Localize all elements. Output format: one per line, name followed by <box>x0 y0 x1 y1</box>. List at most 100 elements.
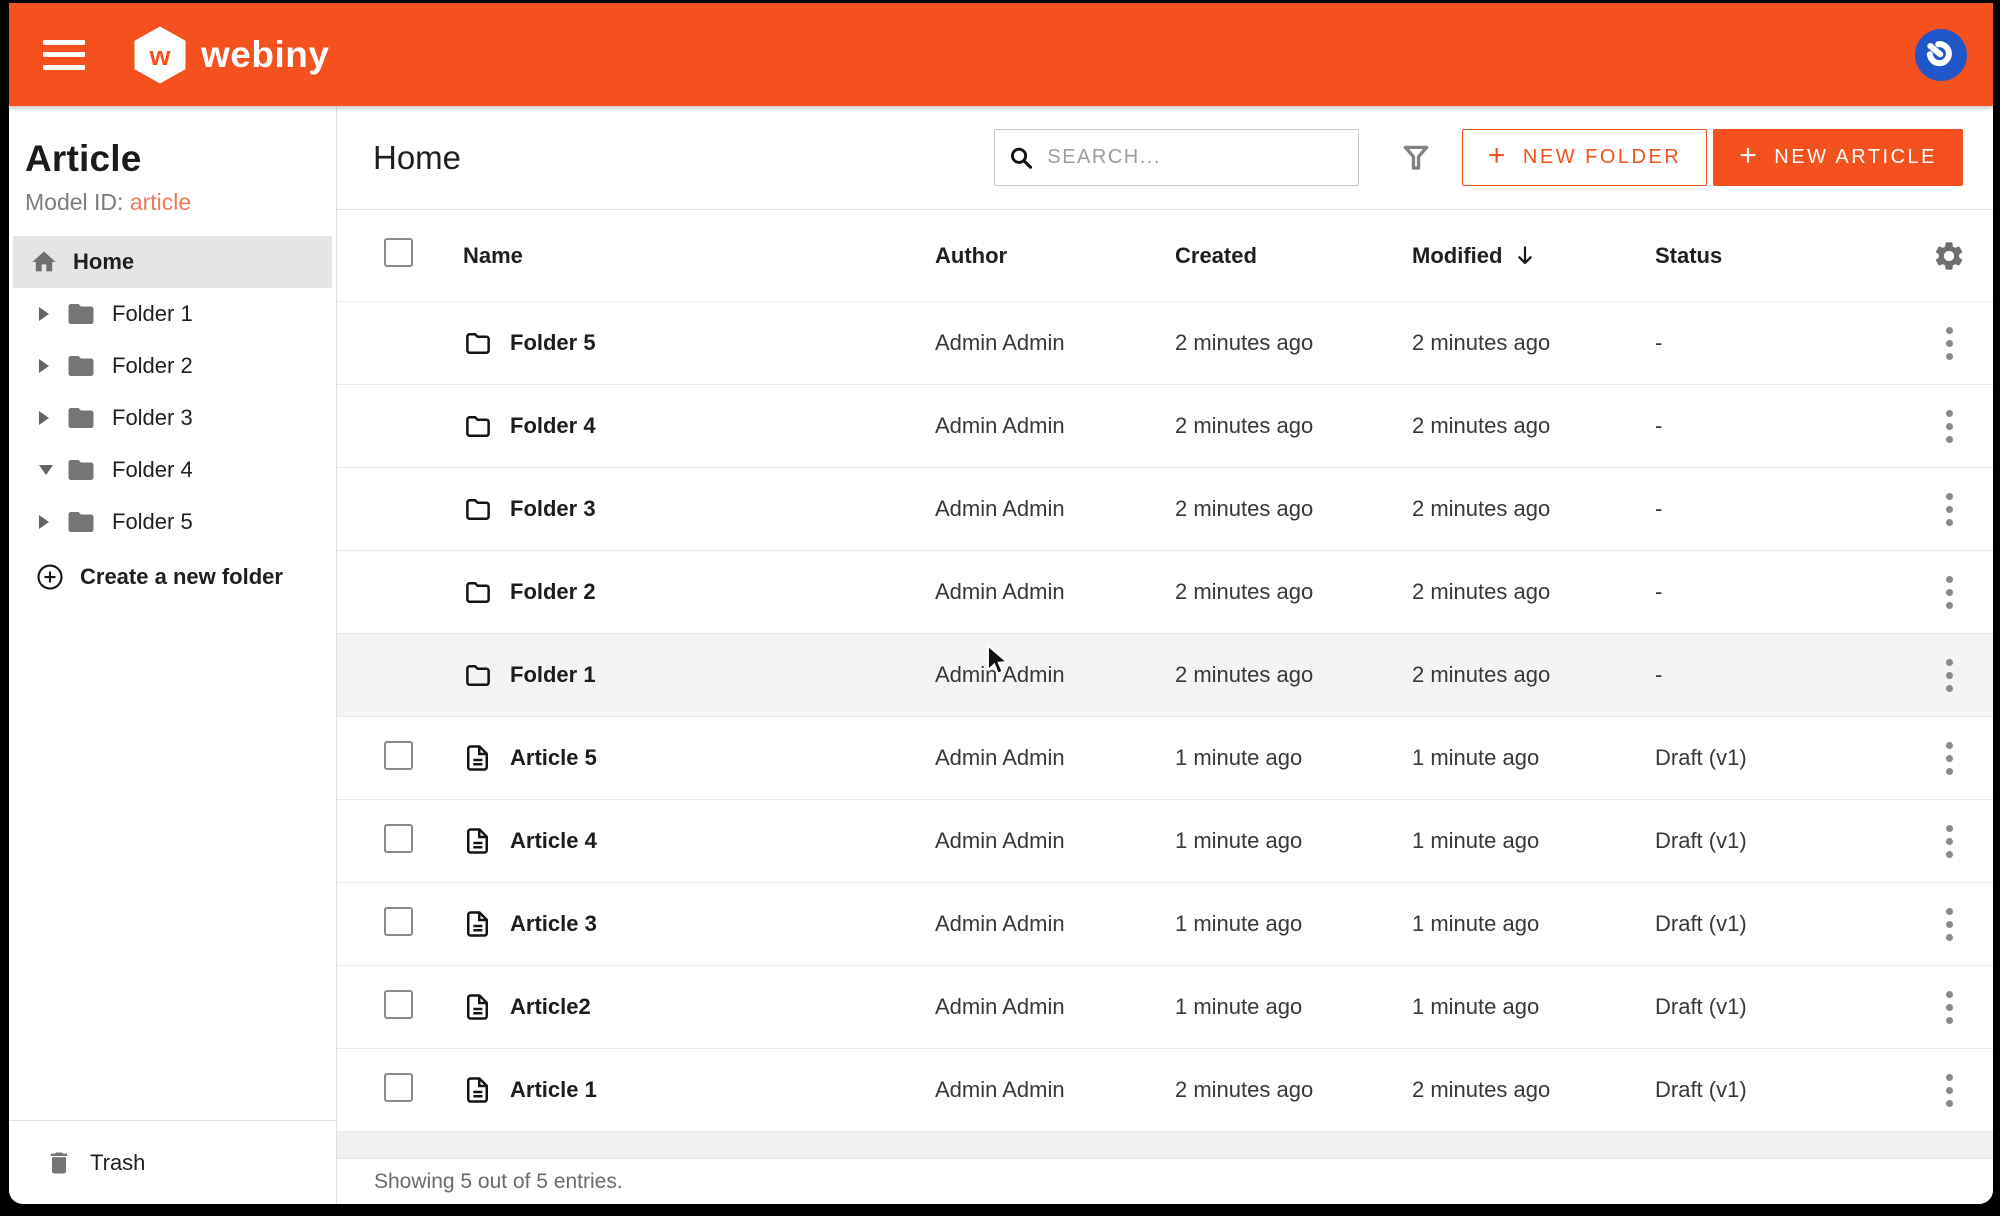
user-avatar[interactable] <box>1915 29 1967 81</box>
row-name: Folder 2 <box>510 579 596 605</box>
home-label: Home <box>73 249 134 275</box>
row-status: Draft (v1) <box>1655 1077 1905 1103</box>
new-article-button[interactable]: + NEW ARTICLE <box>1713 129 1963 186</box>
search-box[interactable] <box>994 129 1359 186</box>
table-row-article-4[interactable]: Article 4 Admin Admin 1 minute ago 1 min… <box>337 800 1993 883</box>
create-folder-button[interactable]: Create a new folder <box>13 548 332 606</box>
column-header-created[interactable]: Created <box>1175 243 1412 269</box>
kebab-menu-icon[interactable] <box>1940 487 1959 532</box>
folder-label: Folder 5 <box>112 509 193 535</box>
page-body: Article Model ID: article Home <box>9 106 1993 1204</box>
row-name: Article 5 <box>510 745 597 771</box>
row-name: Article 3 <box>510 911 597 937</box>
kebab-menu-icon[interactable] <box>1940 404 1959 449</box>
document-icon <box>463 992 493 1022</box>
search-input[interactable] <box>1047 146 1345 169</box>
sidebar-item-folder-3[interactable]: Folder 3 <box>13 392 332 444</box>
row-author: Admin Admin <box>935 413 1175 439</box>
trash-button[interactable]: Trash <box>9 1120 336 1204</box>
row-modified: 1 minute ago <box>1412 828 1655 854</box>
gear-icon[interactable] <box>1932 239 1966 273</box>
kebab-menu-icon[interactable] <box>1940 653 1959 698</box>
sidebar-item-folder-2[interactable]: Folder 2 <box>13 340 332 392</box>
column-header-author[interactable]: Author <box>935 243 1175 269</box>
kebab-menu-icon[interactable] <box>1940 1068 1959 1113</box>
row-status: - <box>1655 496 1905 522</box>
caret-right-icon[interactable] <box>39 307 66 321</box>
folder-icon <box>66 299 96 329</box>
webiny-logo[interactable]: w webiny <box>133 25 329 85</box>
row-checkbox[interactable] <box>384 907 413 936</box>
table-body: Folder 5 Admin Admin 2 minutes ago 2 min… <box>337 302 1993 1132</box>
table-row-article-5[interactable]: Article 5 Admin Admin 1 minute ago 1 min… <box>337 717 1993 800</box>
sidebar-item-home[interactable]: Home <box>13 236 332 288</box>
column-header-name[interactable]: Name <box>463 243 935 269</box>
table-row-folder-3[interactable]: Folder 3 Admin Admin 2 minutes ago 2 min… <box>337 468 1993 551</box>
trash-label: Trash <box>90 1150 145 1176</box>
row-checkbox[interactable] <box>384 824 413 853</box>
new-folder-button[interactable]: + NEW FOLDER <box>1462 129 1707 186</box>
row-name: Folder 3 <box>510 496 596 522</box>
column-header-modified[interactable]: Modified <box>1412 243 1655 269</box>
row-status: Draft (v1) <box>1655 994 1905 1020</box>
row-checkbox[interactable] <box>384 1073 413 1102</box>
trash-icon <box>45 1149 73 1177</box>
table-row-folder-5[interactable]: Folder 5 Admin Admin 2 minutes ago 2 min… <box>337 302 1993 385</box>
caret-right-icon[interactable] <box>39 359 66 373</box>
table-row-folder-2[interactable]: Folder 2 Admin Admin 2 minutes ago 2 min… <box>337 551 1993 634</box>
sidebar-item-folder-1[interactable]: Folder 1 <box>13 288 332 340</box>
kebab-menu-icon[interactable] <box>1940 819 1959 864</box>
hamburger-menu-icon[interactable] <box>43 40 85 70</box>
kebab-menu-icon[interactable] <box>1940 985 1959 1030</box>
row-author: Admin Admin <box>935 330 1175 356</box>
folder-label: Folder 3 <box>112 405 193 431</box>
row-checkbox[interactable] <box>384 741 413 770</box>
caret-right-icon[interactable] <box>39 515 66 529</box>
table-end-band <box>337 1132 1993 1159</box>
filter-funnel-icon <box>1399 141 1433 175</box>
row-author: Admin Admin <box>935 662 1175 688</box>
table-row-folder-4[interactable]: Folder 4 Admin Admin 2 minutes ago 2 min… <box>337 385 1993 468</box>
plus-icon: + <box>1488 141 1508 171</box>
table-row-article-1[interactable]: Article 1 Admin Admin 2 minutes ago 2 mi… <box>337 1049 1993 1132</box>
folder-label: Folder 1 <box>112 301 193 327</box>
folder-icon <box>66 455 96 485</box>
row-created: 2 minutes ago <box>1175 662 1412 688</box>
model-id: Model ID: article <box>25 189 320 216</box>
select-all-checkbox[interactable] <box>384 238 413 267</box>
document-icon <box>463 1075 493 1105</box>
document-icon <box>463 826 493 856</box>
row-created: 2 minutes ago <box>1175 330 1412 356</box>
row-name: Folder 1 <box>510 662 596 688</box>
folder-label: Folder 2 <box>112 353 193 379</box>
folder-outline-icon <box>463 494 493 524</box>
folder-outline-icon <box>463 411 493 441</box>
model-title: Article <box>25 138 320 180</box>
row-name: Folder 5 <box>510 330 596 356</box>
column-header-status[interactable]: Status <box>1655 243 1905 269</box>
plus-icon: + <box>1739 141 1759 171</box>
kebab-menu-icon[interactable] <box>1940 902 1959 947</box>
table-row-folder-1[interactable]: Folder 1 Admin Admin 2 minutes ago 2 min… <box>337 634 1993 717</box>
row-created: 1 minute ago <box>1175 994 1412 1020</box>
caret-down-icon[interactable] <box>39 465 66 475</box>
entries-count: Showing 5 out of 5 entries. <box>337 1159 1993 1204</box>
brand-text: webiny <box>201 34 329 76</box>
select-all-cell <box>337 238 463 273</box>
sidebar-item-folder-4[interactable]: Folder 4 <box>13 444 332 496</box>
row-status: Draft (v1) <box>1655 745 1905 771</box>
table-row-article-3[interactable]: Article 3 Admin Admin 1 minute ago 1 min… <box>337 883 1993 966</box>
row-modified: 2 minutes ago <box>1412 662 1655 688</box>
kebab-menu-icon[interactable] <box>1940 736 1959 781</box>
row-status: Draft (v1) <box>1655 911 1905 937</box>
kebab-menu-icon[interactable] <box>1940 321 1959 366</box>
caret-right-icon[interactable] <box>39 411 66 425</box>
table-row-article-2[interactable]: Article2 Admin Admin 1 minute ago 1 minu… <box>337 966 1993 1049</box>
sidebar-item-folder-5[interactable]: Folder 5 <box>13 496 332 548</box>
row-created: 1 minute ago <box>1175 828 1412 854</box>
row-author: Admin Admin <box>935 745 1175 771</box>
filter-button[interactable] <box>1399 141 1433 175</box>
row-author: Admin Admin <box>935 1077 1175 1103</box>
kebab-menu-icon[interactable] <box>1940 570 1959 615</box>
row-checkbox[interactable] <box>384 990 413 1019</box>
